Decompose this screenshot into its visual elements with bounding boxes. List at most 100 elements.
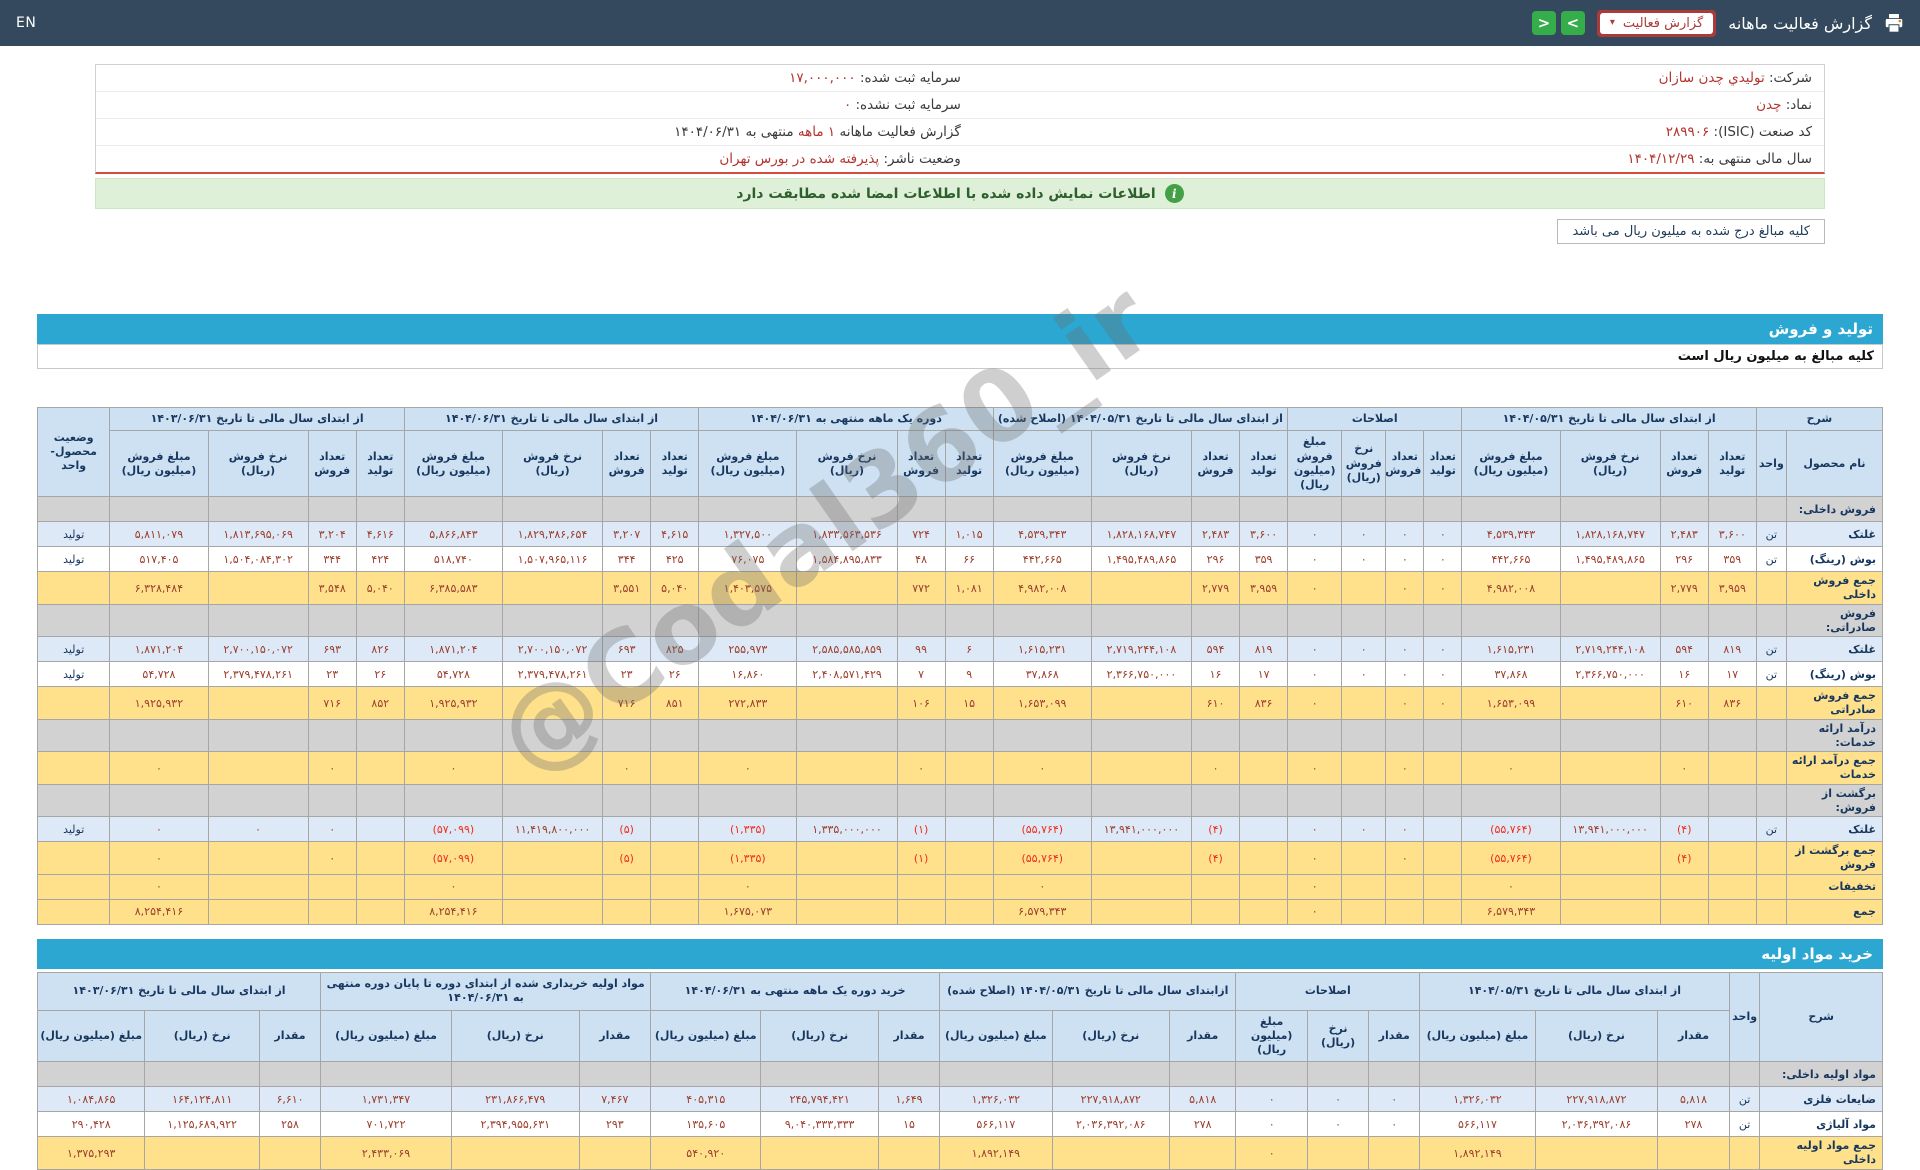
production-sales-table-container: شرحاز ابتدای سال مالی تا تاریخ ۱۴۰۴/۰۵/۳… (37, 407, 1883, 925)
table-row: بوش (رینگ)تن۳۵۹۲۹۶۱,۴۹۵,۴۸۹,۸۶۵۴۴۲,۶۶۵۰۰… (38, 547, 1883, 572)
report-type-dropdown[interactable]: گزارش فعالیت ▾ (1597, 10, 1716, 37)
report-type-dropdown-button[interactable]: گزارش فعالیت ▾ (1600, 13, 1713, 34)
value-cell (761, 1062, 878, 1087)
row-label: جمع درآمد ارائه خدمات (1786, 752, 1882, 785)
value-cell (1052, 1137, 1169, 1170)
value-cell: ۱,۹۲۵,۹۳۲ (110, 687, 208, 720)
value-cell (1560, 752, 1660, 785)
column-header: تعداد تولید (945, 431, 993, 497)
column-header: واحد (1729, 972, 1760, 1061)
value-cell: ۲۳۱,۸۶۶,۴۷۹ (451, 1087, 579, 1112)
value-cell: ۱۶ (1660, 662, 1708, 687)
value-cell (356, 604, 404, 637)
issuer-status-label: وضعیت ناشر: (883, 151, 960, 167)
value-cell: ۱,۸۷۱,۲۰۴ (110, 637, 208, 662)
value-cell: ۸۱۹ (1708, 637, 1756, 662)
value-cell: ۲,۴۳۳,۰۶۹ (321, 1137, 452, 1170)
unit-cell (1756, 572, 1786, 605)
value-cell (897, 497, 945, 522)
value-cell (1708, 842, 1756, 875)
value-cell (993, 784, 1091, 817)
report-period-field: گزارش فعالیت ماهانه ۱ ماهه منتهی به ۱۴۰۴… (96, 119, 973, 146)
value-cell: ۳۵۹ (1708, 547, 1756, 572)
value-cell: ۸۳۶ (1708, 687, 1756, 720)
value-cell: ۴۴۲,۶۶۵ (993, 547, 1091, 572)
column-header: تعداد تولید (1240, 431, 1288, 497)
value-cell: ۰ (1288, 637, 1342, 662)
value-cell (1560, 719, 1660, 752)
value-cell: ۸,۲۵۴,۴۱۶ (404, 899, 502, 924)
value-cell: ۴,۵۳۹,۳۴۳ (1462, 522, 1560, 547)
value-cell: ۰ (208, 817, 308, 842)
column-header: مبلغ فروش (میلیون ریال) (1288, 431, 1342, 497)
table-row: جمع فروش داخلی۳,۹۵۹۲,۷۷۹۴,۹۸۲,۰۰۸۰۰۰۳,۹۵… (38, 572, 1883, 605)
value-cell (603, 719, 651, 752)
value-cell: ۱,۰۸۱ (945, 572, 993, 605)
value-cell (404, 497, 502, 522)
column-header: تعداد تولید (1708, 431, 1756, 497)
column-header: نرخ (ریال) (1307, 1010, 1368, 1062)
value-cell: ۷۶,۰۷۵ (699, 547, 797, 572)
value-cell (1424, 604, 1462, 637)
value-cell: ۵,۰۴۰ (651, 572, 699, 605)
value-cell: ۲۶ (356, 662, 404, 687)
value-cell: ۴,۶۱۶ (356, 522, 404, 547)
value-cell: ۵۶۶,۱۱۷ (1420, 1112, 1535, 1137)
row-label: جمع برگشت از فروش (1786, 842, 1882, 875)
value-cell (1560, 784, 1660, 817)
value-cell: ۱,۸۲۸,۱۶۸,۷۴۷ (1560, 522, 1660, 547)
status-cell: تولید (38, 547, 110, 572)
value-cell (308, 719, 356, 752)
value-cell: ۰ (1236, 1112, 1308, 1137)
value-cell (1660, 784, 1708, 817)
value-cell (1386, 719, 1424, 752)
next-period-button[interactable]: > (1561, 11, 1585, 35)
table-row: بوش (رینگ)تن۱۷۱۶۲,۳۶۶,۷۵۰,۰۰۰۳۷,۸۶۸۰۰۰۰۱… (38, 662, 1883, 687)
value-cell: ۰ (1288, 842, 1342, 875)
value-cell: ۱,۵۸۴,۸۹۵,۸۳۳ (797, 547, 897, 572)
value-cell (1708, 817, 1756, 842)
value-cell: ۴۲۴ (356, 547, 404, 572)
value-cell: ۰ (308, 842, 356, 875)
value-cell (1708, 752, 1756, 785)
isic-value: ۲۸۹۹۰۶ (1666, 124, 1710, 140)
value-cell (356, 719, 404, 752)
row-label: ضایعات فلزی (1760, 1087, 1883, 1112)
value-cell (1560, 497, 1660, 522)
print-icon[interactable] (1884, 14, 1904, 33)
value-cell (1424, 817, 1462, 842)
value-cell (603, 874, 651, 899)
value-cell: ۰ (1342, 662, 1386, 687)
value-cell (797, 604, 897, 637)
value-cell (1424, 842, 1462, 875)
value-cell: ۱۶۴,۱۲۴,۸۱۱ (145, 1087, 259, 1112)
value-cell (1560, 842, 1660, 875)
row-label: غلتک (1786, 522, 1882, 547)
value-cell: ۳,۵۴۸ (308, 572, 356, 605)
language-toggle-en[interactable]: EN (16, 15, 36, 31)
value-cell: ۳,۵۵۱ (603, 572, 651, 605)
issuer-status-value: پذیرفته شده در بورس تهران (719, 151, 879, 167)
value-cell (208, 842, 308, 875)
prev-period-button[interactable]: < (1532, 11, 1556, 35)
raw-materials-table-container: شرحواحداز ابتدای سال مالی تا تاریخ ۱۴۰۴/… (37, 972, 1883, 1170)
value-cell: ۵۹۴ (1660, 637, 1708, 662)
value-cell: ۷۱۶ (308, 687, 356, 720)
value-cell: ۱,۴۹۵,۴۸۹,۸۶۵ (1560, 547, 1660, 572)
table-row: فروش داخلی: (38, 497, 1883, 522)
value-cell (145, 1137, 259, 1170)
value-cell: ۲۷۲,۸۳۳ (699, 687, 797, 720)
value-cell (503, 874, 603, 899)
value-cell (1462, 784, 1560, 817)
value-cell (1170, 1137, 1236, 1170)
value-cell: ۲۵۸ (259, 1112, 320, 1137)
value-cell (651, 817, 699, 842)
column-header: وضعیت محصول-واحد (38, 408, 110, 497)
unit-cell (1756, 752, 1786, 785)
value-cell: ۰ (1386, 687, 1424, 720)
value-cell: ۰ (1462, 874, 1560, 899)
value-cell: ۰ (1288, 547, 1342, 572)
value-cell (1240, 842, 1288, 875)
value-cell: ۱,۶۱۵,۲۳۱ (1462, 637, 1560, 662)
unit-cell: تن (1756, 522, 1786, 547)
